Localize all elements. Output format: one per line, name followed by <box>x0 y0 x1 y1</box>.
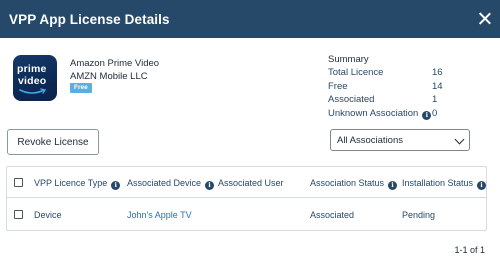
column-header-label: Installation Status <box>402 178 474 188</box>
column-header-label: VPP Licence Type <box>34 178 108 188</box>
column-header: Association Status i <box>310 178 398 190</box>
cell-associated-device-link[interactable]: John's Apple TV <box>127 210 192 220</box>
summary-row-total: Total Licence 16 <box>328 67 458 81</box>
smile-arrow-icon <box>19 88 47 94</box>
summary-row-free: Free 14 <box>328 81 458 95</box>
column-header: Installation Status i <box>402 178 486 190</box>
info-icon[interactable]: i <box>477 181 486 190</box>
info-icon[interactable]: i <box>388 181 398 190</box>
summary-value: 14 <box>432 80 443 92</box>
summary-label: Unknown Association <box>328 107 419 119</box>
app-name: Amazon Prime Video <box>70 58 160 69</box>
column-header: Associated User <box>218 178 284 188</box>
table-header: VPP Licence Type i Associated Device i Ass… <box>7 167 486 198</box>
revoke-license-button[interactable]: Revoke License <box>7 129 99 155</box>
info-icon[interactable]: i <box>422 110 432 120</box>
cell-association-status: Associated <box>310 210 355 220</box>
cell-installation-status: Pending <box>402 210 436 220</box>
summary-value: 1 <box>432 94 438 105</box>
row-checkbox[interactable] <box>14 210 23 219</box>
summary-row-unknown: Unknown Association i 0 <box>328 108 458 122</box>
info-icon[interactable]: i <box>111 181 121 190</box>
dialog-title: VPP App License Details <box>9 11 170 27</box>
summary-value: 0 <box>432 107 438 119</box>
column-header: VPP Licence Type i <box>34 178 121 190</box>
column-header: Associated Device i <box>127 178 215 190</box>
association-filter-select[interactable]: All Associations <box>330 129 470 151</box>
summary-value: 16 <box>432 67 443 78</box>
summary-row-associated: Associated 1 <box>328 94 458 108</box>
summary-label: Free <box>328 80 348 92</box>
column-header-label: Associated Device <box>127 178 202 188</box>
close-icon[interactable] <box>478 12 491 25</box>
license-table: VPP Licence Type i Associated Device i Ass… <box>6 166 487 231</box>
select-all-checkbox[interactable] <box>14 178 23 187</box>
summary-panel: Summary Total Licence 16 Free 14 Associa… <box>328 54 458 121</box>
table-row[interactable]: Device John's Apple TV Associated Pendin… <box>7 198 486 230</box>
info-icon[interactable]: i <box>205 181 215 190</box>
cell-licence-type: Device <box>34 210 62 220</box>
pagination-text: 1-1 of 1 <box>454 245 485 255</box>
price-badge: Free <box>70 83 92 93</box>
summary-title: Summary <box>328 54 369 65</box>
chevron-down-icon <box>454 134 465 145</box>
column-header-label: Association Status <box>310 178 385 188</box>
app-developer: AMZN Mobile LLC <box>70 71 148 82</box>
summary-label: Associated <box>328 94 375 105</box>
app-icon-text-video: video <box>18 75 47 87</box>
app-icon-text-prime: prime <box>17 63 47 75</box>
association-filter-value: All Associations <box>337 134 404 146</box>
dialog-header: VPP App License Details <box>0 0 500 38</box>
summary-label: Total Licence <box>328 67 384 78</box>
summary-label-unknown: Unknown Association i <box>328 107 432 120</box>
prime-video-app-icon: prime video <box>13 55 57 101</box>
